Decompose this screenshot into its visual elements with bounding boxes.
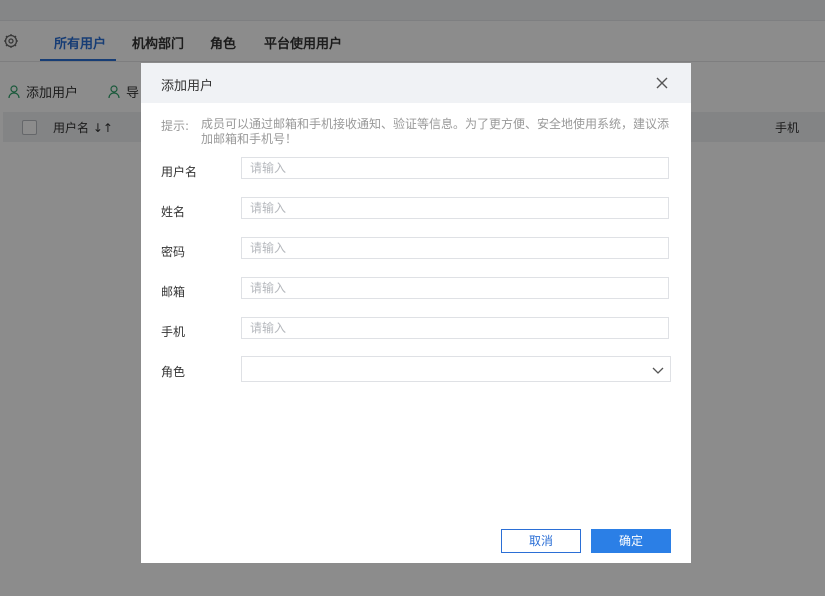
dialog-title: 添加用户	[161, 79, 214, 94]
phone-label: 手机	[161, 325, 186, 339]
dialog-header: 添加用户	[141, 63, 691, 103]
name-input[interactable]	[241, 197, 669, 219]
email-label: 邮箱	[161, 285, 186, 299]
phone-input[interactable]	[241, 317, 669, 339]
close-icon[interactable]	[655, 76, 669, 90]
name-label: 姓名	[161, 205, 186, 219]
ok-button[interactable]: 确定	[591, 529, 671, 553]
password-input[interactable]	[241, 237, 669, 259]
email-input[interactable]	[241, 277, 669, 299]
add-user-dialog: 添加用户 提示: 成员可以通过邮箱和手机接收通知、验证等信息。为了更方便、安全地…	[141, 63, 691, 563]
password-label: 密码	[161, 245, 186, 259]
role-select[interactable]	[241, 356, 671, 382]
username-label: 用户名	[161, 165, 198, 179]
hint-label: 提示:	[161, 119, 190, 133]
chevron-down-icon	[652, 367, 664, 374]
hint-text: 成员可以通过邮箱和手机接收通知、验证等信息。为了更方便、安全地使用系统，建议添加…	[201, 117, 670, 146]
role-label: 角色	[161, 365, 186, 379]
cancel-button[interactable]: 取消	[501, 529, 581, 553]
username-input[interactable]	[241, 157, 669, 179]
